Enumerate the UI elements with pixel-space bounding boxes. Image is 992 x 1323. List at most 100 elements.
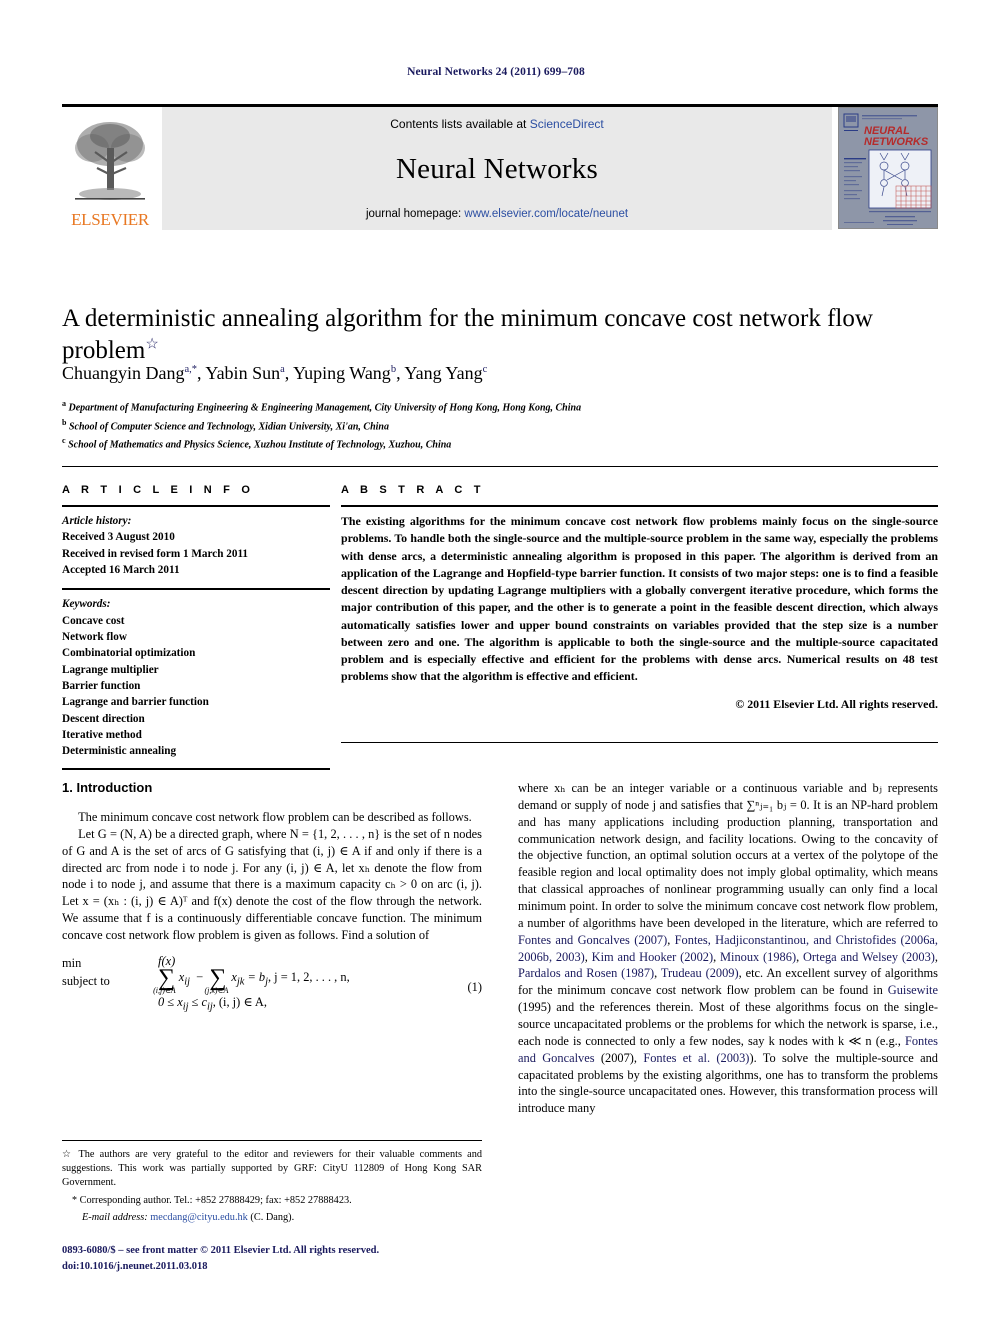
author-2[interactable]: Yuping Wang <box>293 363 391 383</box>
sciencedirect-link[interactable]: ScienceDirect <box>530 117 604 131</box>
history-label: Article history: <box>62 515 132 527</box>
footnote-funding-text: The authors are very grateful to the edi… <box>62 1149 482 1189</box>
title-footnote-marker: ☆ <box>145 336 159 353</box>
footer-block: 0893-6080/$ – see front matter © 2011 El… <box>62 1243 522 1275</box>
constraint-range: , j = 1, 2, . . . , n, <box>267 969 350 984</box>
citation-link[interactable]: Minoux (1986) <box>720 950 796 964</box>
article-info-column: A R T I C L E I N F O Article history: R… <box>62 484 330 770</box>
email-label: E-mail address: <box>82 1211 148 1223</box>
keyword-item: Descent direction <box>62 712 145 725</box>
sum-right-sub: jk <box>236 976 245 988</box>
elsevier-logo: ELSEVIER <box>62 107 158 230</box>
right-tail-2: (1995) and the references therein. Most … <box>518 1000 938 1048</box>
abstract-bottom-rule <box>341 742 938 743</box>
journal-banner: Contents lists available at ScienceDirec… <box>162 107 832 230</box>
affiliation-a-label: a <box>62 399 66 408</box>
article-info-heading: A R T I C L E I N F O <box>62 484 255 496</box>
page-title: A deterministic annealing algorithm for … <box>62 303 942 367</box>
abstract-heading: A B S T R A C T <box>341 484 485 496</box>
contents-prefix: Contents lists available at <box>390 117 527 131</box>
elsevier-wordmark: ELSEVIER <box>71 210 149 229</box>
footnote-funding: ☆ The authors are very grateful to the e… <box>62 1148 482 1191</box>
cover-artwork-icon: NEURAL NETWORKS <box>839 108 937 228</box>
running-head: Neural Networks 24 (2011) 699–708 <box>407 66 585 78</box>
author-1[interactable]: Yabin Sun <box>205 363 280 383</box>
sum-left-sub: ij <box>184 976 190 988</box>
affiliation-a: a Department of Manufacturing Engineerin… <box>62 398 942 417</box>
constraint-rhs: = b <box>247 969 266 984</box>
citation-link[interactable]: Ortega and Welsey (2003) <box>803 950 935 964</box>
citation-link[interactable]: Kim and Hooker (2002) <box>592 950 713 964</box>
keyword-item: Lagrange multiplier <box>62 663 159 676</box>
author-3-sup: c <box>482 364 488 375</box>
email-link[interactable]: mecdang@cityu.edu.hk <box>150 1212 248 1223</box>
bounds-mid: ≤ c <box>188 995 207 1010</box>
paragraph-intro-2: Let G = (N, A) be a directed graph, wher… <box>62 826 482 943</box>
equation-labels: min subject to <box>62 954 158 991</box>
section-heading-introduction: 1. Introduction <box>62 780 153 795</box>
right-tail-3: (2007), <box>594 1050 644 1065</box>
affiliation-b-label: b <box>62 417 67 427</box>
abstract-text: The existing algorithms for the minimum … <box>341 514 938 684</box>
issn-line: 0893-6080/$ – see front matter © 2011 El… <box>62 1245 380 1256</box>
contents-line: Contents lists available at ScienceDirec… <box>390 117 603 131</box>
keywords-list: Concave cost Network flow Combinatorial … <box>62 613 330 760</box>
sum-right-limit: (j,k)∈A <box>204 985 229 995</box>
keyword-item: Barrier function <box>62 680 141 693</box>
affiliation-list: a Department of Manufacturing Engineerin… <box>62 398 942 454</box>
journal-homepage-link[interactable]: www.elsevier.com/locate/neunet <box>464 208 628 220</box>
abstract-copyright: © 2011 Elsevier Ltd. All rights reserved… <box>735 696 938 711</box>
affiliation-c-text: School of Mathematics and Physics Scienc… <box>68 439 452 451</box>
keywords-rule <box>62 588 330 591</box>
equation-number: (1) <box>467 979 482 994</box>
doi-line[interactable]: doi:10.1016/j.neunet.2011.03.018 <box>62 1259 522 1275</box>
footnote-corresponding: * Corresponding author. Tel.: +852 27888… <box>62 1194 482 1208</box>
abstract-column: A B S T R A C T The existing algorithms … <box>341 484 938 712</box>
abstract-rule <box>341 505 938 507</box>
bounds-left: 0 ≤ x <box>158 995 183 1010</box>
footnote-star-marker: ☆ <box>62 1149 74 1160</box>
journal-cover-thumbnail: NEURAL NETWORKS <box>838 107 938 229</box>
body-column-left: 1. Introduction The minimum concave cost… <box>62 780 482 1014</box>
homepage-prefix: journal homepage: <box>365 208 462 220</box>
citation-link[interactable]: Fontes et al. (2003) <box>643 1051 749 1065</box>
keywords-label: Keywords: <box>62 598 111 611</box>
sum-left-limit: (i,j)∈A <box>153 985 176 995</box>
author-3[interactable]: Yang Yang <box>404 363 482 383</box>
affiliation-c: c School of Mathematics and Physics Scie… <box>62 435 942 454</box>
right-text-lead: where xₕ can be an integer variable or a… <box>518 781 938 930</box>
article-title-text: A deterministic annealing algorithm for … <box>62 304 873 364</box>
affiliation-a-text: Department of Manufacturing Engineering … <box>68 402 582 414</box>
svg-text:NETWORKS: NETWORKS <box>864 136 929 148</box>
equation-math: f(x) ∑(i,j)∈Axij − ∑(j,k)∈Axjk = bj, j =… <box>153 953 440 1014</box>
elsevier-tree-icon <box>75 122 145 200</box>
article-info-rule <box>62 505 330 507</box>
footnote-asterisk-marker: * <box>72 1194 77 1206</box>
history-revised: Received in revised form 1 March 2011 <box>62 547 249 560</box>
article-first-page: Neural Networks 24 (2011) 699–708 ELSEVI… <box>0 0 992 1323</box>
history-received: Received 3 August 2010 <box>62 531 175 544</box>
email-suffix: (C. Dang). <box>250 1211 295 1223</box>
author-0-sup: a,* <box>184 364 198 375</box>
author-0[interactable]: Chuangyin Dang <box>62 363 184 383</box>
article-info-bottom-rule <box>62 767 330 770</box>
equation-objective: f(x) <box>158 953 176 968</box>
citation-link[interactable]: Guisewite <box>888 983 938 997</box>
header-divider <box>62 466 938 467</box>
journal-title: Neural Networks <box>396 153 598 185</box>
footnotes-block: ☆ The authors are very grateful to the e… <box>62 1140 482 1228</box>
citation-link[interactable]: Fontes and Goncalves (2007) <box>518 933 667 947</box>
homepage-line: journal homepage: www.elsevier.com/locat… <box>366 208 628 220</box>
keyword-item: Deterministic annealing <box>62 745 177 758</box>
affiliation-c-label: c <box>62 436 66 446</box>
footnote-corresponding-text: Corresponding author. Tel.: +852 2788842… <box>79 1194 352 1206</box>
citation-link[interactable]: Trudeau (2009) <box>661 966 739 980</box>
citation-link[interactable]: Pardalos and Rosen (1987) <box>518 966 654 980</box>
keyword-item: Network flow <box>62 631 127 644</box>
affiliation-b-text: School of Computer Science and Technolog… <box>68 420 389 432</box>
keyword-item: Iterative method <box>62 729 142 742</box>
affiliation-b: b School of Computer Science and Technol… <box>62 417 942 436</box>
author-list: Chuangyin Danga,*, Yabin Suna, Yuping Wa… <box>62 363 488 383</box>
author-2-sup: b <box>390 364 397 375</box>
history-accepted: Accepted 16 March 2011 <box>62 564 180 577</box>
